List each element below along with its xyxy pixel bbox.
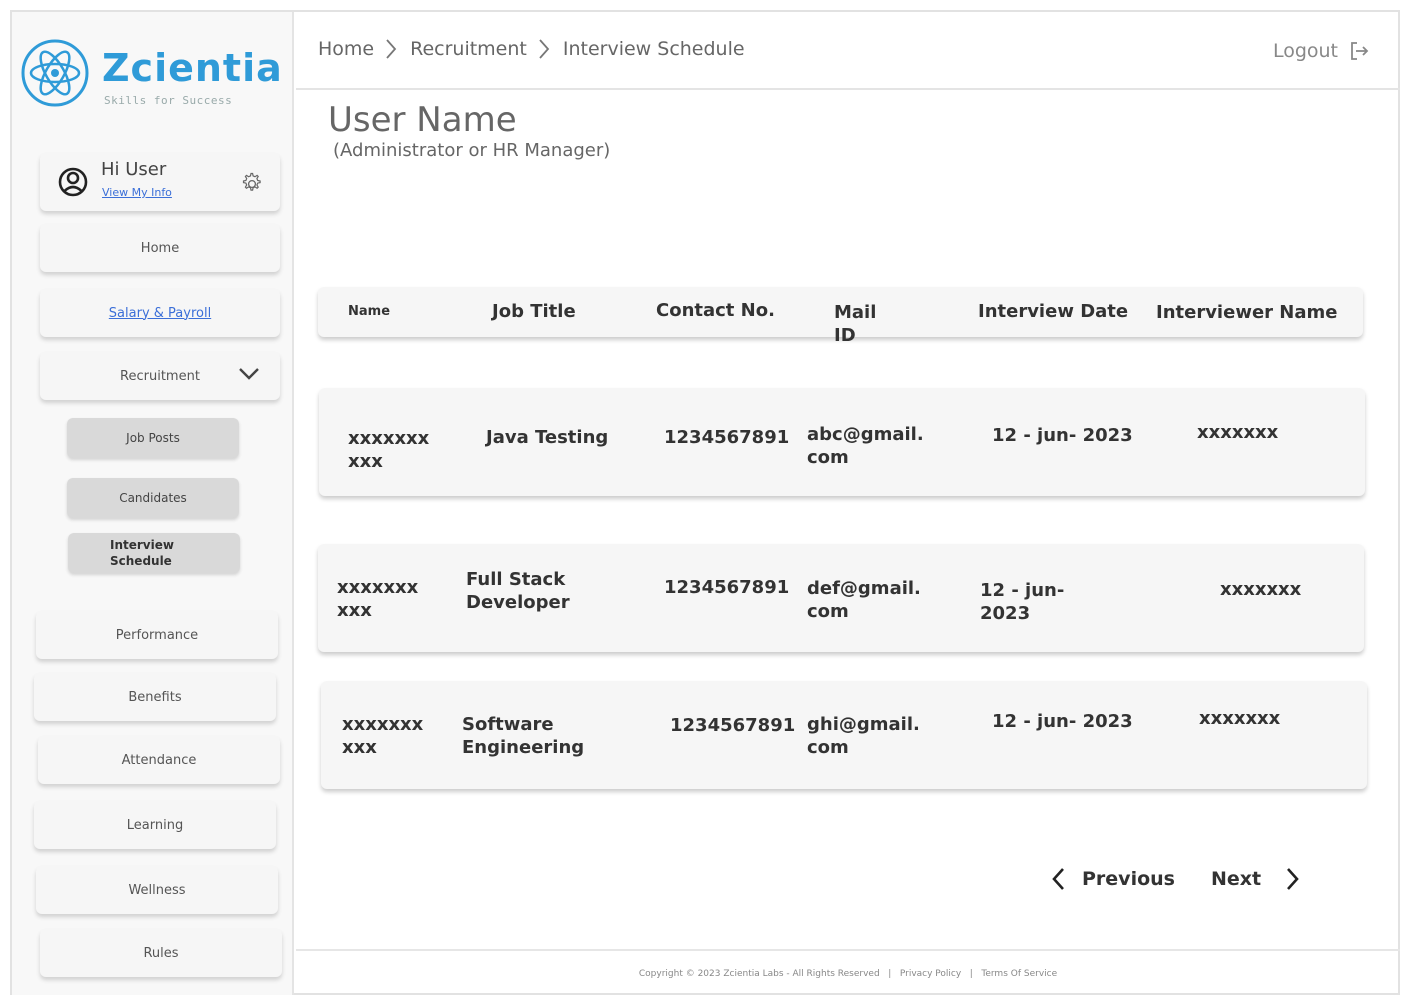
column-header-mail: Mail ID [834, 302, 877, 346]
brand-name: Zcientia [102, 46, 283, 90]
cell-contact: 1234567891 [664, 427, 790, 448]
logout-icon [1351, 42, 1369, 60]
brand-logo[interactable]: Zcientia Skills for Success [20, 36, 290, 111]
column-header-interviewer: Interviewer Name [1156, 302, 1338, 323]
view-my-info-link[interactable]: View My Info [102, 186, 172, 199]
table-header: Name Job Title Contact No. Mail ID Inter… [318, 287, 1363, 346]
subitem-label: Job Posts [126, 431, 180, 445]
sidebar-item-label: Wellness [128, 882, 186, 898]
cell-interview-date: 12 - jun- 2023 [980, 580, 1065, 624]
cell-interview-date: 12 - jun- 2023 [992, 425, 1133, 446]
top-header: Home Recruitment Interview Schedule Logo… [296, 12, 1400, 90]
user-card: Hi User View My Info [40, 153, 280, 211]
sidebar-item-label: Recruitment [120, 368, 200, 384]
gear-icon[interactable] [240, 172, 264, 196]
breadcrumb-recruitment[interactable]: Recruitment [410, 38, 527, 60]
previous-label: Previous [1082, 868, 1175, 890]
column-header-interview-date: Interview Date [978, 301, 1129, 322]
table-row[interactable]: xxxxxxx xxx Full Stack Developer 1234567… [318, 544, 1364, 652]
breadcrumb-home[interactable]: Home [318, 38, 374, 60]
breadcrumb-interview-schedule[interactable]: Interview Schedule [563, 38, 745, 60]
cell-name: xxxxxxx xxx [342, 714, 424, 758]
sidebar-item-label: Salary & Payroll [108, 305, 212, 321]
sidebar-item-label: Attendance [121, 752, 197, 768]
sidebar-item-recruitment[interactable]: Recruitment [40, 352, 280, 400]
cell-interviewer: xxxxxxx [1220, 579, 1302, 600]
sidebar-item-home[interactable]: Home [40, 224, 280, 272]
logout-label: Logout [1272, 40, 1338, 62]
cell-mail: abc@gmail. com [807, 424, 924, 468]
page-subtitle: (Administrator or HR Manager) [333, 140, 611, 161]
subitem-label: Interview Schedule [110, 538, 174, 568]
table-row[interactable]: xxxxxxx xxx Java Testing 1234567891 abc@… [319, 388, 1365, 496]
footer: Copyright © 2023 Zcientia Labs - All Rig… [296, 949, 1400, 995]
chevron-left-icon [1052, 868, 1064, 890]
atom-logo-icon [21, 39, 89, 107]
table-row[interactable]: xxxxxxx xxx Software Engineering 1234567… [321, 681, 1367, 789]
subitem-interview-schedule[interactable]: Interview Schedule [68, 533, 240, 573]
cell-name: xxxxxxx xxx [337, 577, 419, 621]
cell-interviewer: xxxxxxx [1199, 708, 1281, 729]
chevron-right-icon [539, 39, 550, 59]
column-header-contact: Contact No. [656, 300, 775, 321]
subitem-candidates[interactable]: Candidates [67, 478, 239, 518]
column-header-job-title: Job Title [492, 301, 576, 322]
cell-job-title: Java Testing [486, 427, 609, 448]
sidebar-item-label: Learning [126, 817, 184, 833]
sidebar-item-label: Home [140, 240, 180, 256]
chevron-right-icon [1287, 868, 1299, 890]
sidebar-item-salary-payroll[interactable]: Salary & Payroll [40, 289, 280, 337]
sidebar-item-benefits[interactable]: Benefits [34, 673, 276, 721]
cell-contact: 1234567891 [670, 715, 796, 736]
cell-mail: def@gmail. com [807, 578, 921, 622]
user-avatar-icon [58, 167, 88, 197]
sidebar-item-label: Benefits [128, 689, 182, 705]
sidebar-item-attendance[interactable]: Attendance [38, 736, 280, 784]
cell-job-title: Full Stack Developer [466, 569, 570, 613]
cell-mail: ghi@gmail. com [807, 714, 920, 758]
sidebar-item-learning[interactable]: Learning [34, 801, 276, 849]
brand-tagline: Skills for Success [104, 94, 233, 107]
sidebar-item-performance[interactable]: Performance [36, 611, 278, 659]
next-label: Next [1211, 868, 1262, 890]
chevron-right-icon [386, 39, 397, 59]
page-title: User Name [328, 100, 517, 140]
footer-text: Copyright © 2023 Zcientia Labs - All Rig… [638, 969, 1058, 979]
cell-name: xxxxxxx xxx [348, 428, 430, 472]
next-button[interactable]: Next [1211, 866, 1301, 892]
sidebar-item-label: Performance [115, 627, 199, 643]
breadcrumb: Home Recruitment Interview Schedule [318, 38, 745, 60]
sidebar-item-rules[interactable]: Rules [40, 929, 282, 977]
cell-contact: 1234567891 [664, 577, 790, 598]
column-header-name: Name [348, 304, 391, 319]
sidebar-item-wellness[interactable]: Wellness [36, 866, 278, 914]
subitem-job-posts[interactable]: Job Posts [67, 418, 239, 458]
logout-button[interactable]: Logout [1273, 40, 1370, 62]
subitem-label: Candidates [119, 491, 187, 505]
sidebar-item-label: Rules [143, 945, 179, 961]
sidebar: Zcientia Skills for Success Hi User View… [12, 12, 294, 995]
cell-interview-date: 12 - jun- 2023 [992, 711, 1133, 732]
cell-interviewer: xxxxxxx [1197, 422, 1279, 443]
user-greeting: Hi User [101, 159, 167, 180]
cell-job-title: Software Engineering [462, 714, 585, 758]
previous-button[interactable]: Previous [1050, 866, 1175, 892]
chevron-down-icon[interactable] [238, 366, 260, 382]
